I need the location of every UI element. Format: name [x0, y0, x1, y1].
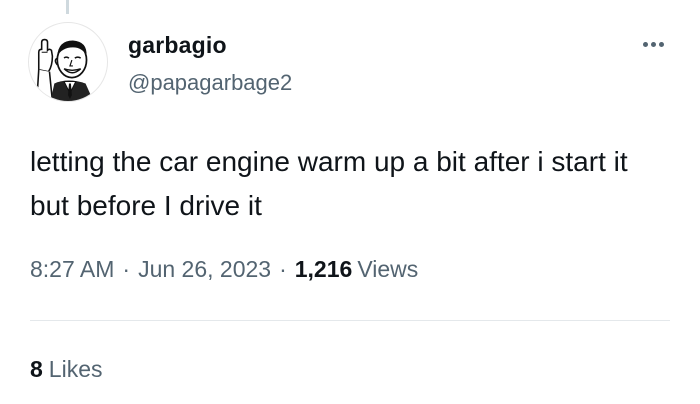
author-handle[interactable]: @papagarbage2: [128, 70, 292, 96]
more-horizontal-icon-dot: [658, 41, 664, 47]
more-options-button[interactable]: [636, 30, 670, 58]
tweet-card: garbagio @papagarbage2 letting the car e…: [0, 0, 700, 404]
retro-man-avatar-icon: [36, 38, 94, 101]
likes-count: 8: [30, 356, 43, 382]
avatar[interactable]: [28, 22, 108, 102]
more-horizontal-icon-dot: [650, 41, 656, 47]
views-count: 1,216: [294, 256, 353, 282]
thread-connector-line: [66, 0, 69, 14]
more-horizontal-icon: [642, 41, 648, 47]
divider: [30, 320, 670, 321]
tweet-metadata: 8:27 AM · Jun 26, 2023 · 1,216 Views: [30, 256, 418, 283]
meta-separator: ·: [122, 256, 131, 282]
tweet-text: letting the car engine warm up a bit aft…: [30, 146, 628, 221]
likes-link[interactable]: 8 Likes: [30, 356, 103, 383]
views-label: Views: [357, 256, 419, 282]
tweet-time[interactable]: 8:27 AM: [30, 256, 114, 282]
meta-separator: ·: [279, 256, 287, 282]
author-display-name[interactable]: garbagio: [128, 32, 227, 59]
tweet-date[interactable]: Jun 26, 2023: [138, 256, 271, 282]
likes-label: Likes: [48, 356, 103, 382]
